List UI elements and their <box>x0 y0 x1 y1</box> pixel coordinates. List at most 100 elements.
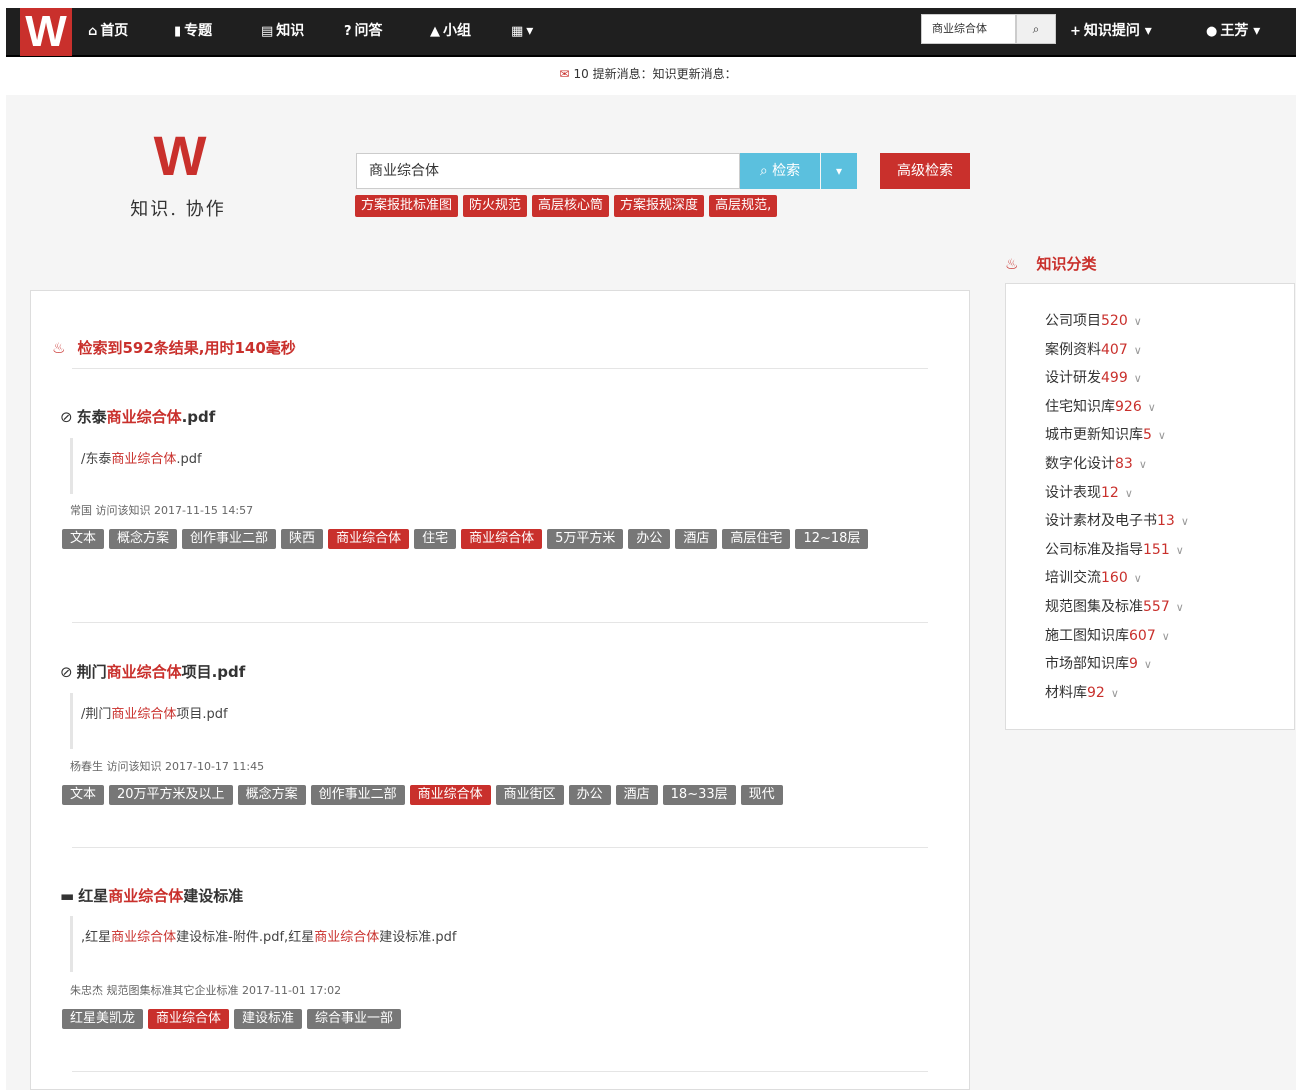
chevron-down-icon[interactable]: ∨ <box>1158 429 1166 442</box>
tag[interactable]: 商业街区 <box>495 785 564 805</box>
category-item[interactable]: 施工图知识库607 ∨ <box>1045 624 1189 653</box>
hot-tag[interactable]: 方案报规深度 <box>614 195 705 217</box>
category-count: 557 <box>1143 598 1170 615</box>
result-path[interactable]: /东泰商业综合体.pdf <box>70 438 202 494</box>
tag[interactable]: 商业综合体 <box>409 785 491 805</box>
chevron-down-icon[interactable]: ∨ <box>1144 658 1152 671</box>
category-item[interactable]: 案例资料407 ∨ <box>1045 338 1189 367</box>
category-item[interactable]: 城市更新知识库5 ∨ <box>1045 423 1189 452</box>
tag[interactable]: 文本 <box>62 529 105 549</box>
chevron-down-icon[interactable]: ∨ <box>1134 315 1142 328</box>
tag[interactable]: 办公 <box>568 785 611 805</box>
category-count: 407 <box>1101 341 1128 358</box>
notification-bar[interactable]: ✉ 10 提新消息：知识更新消息： <box>0 60 1296 90</box>
category-item[interactable]: 设计素材及电子书13 ∨ <box>1045 509 1189 538</box>
category-count: 499 <box>1101 370 1128 387</box>
nav-groups[interactable]: ▲ 小组 <box>430 8 471 55</box>
category-item[interactable]: 住宅知识库926 ∨ <box>1045 395 1189 424</box>
category-count: 9 <box>1129 656 1138 673</box>
category-count: 520 <box>1101 313 1128 329</box>
nav-topics[interactable]: ▮ 专题 <box>174 8 212 55</box>
tag[interactable]: 建设标准 <box>234 1009 303 1029</box>
tag[interactable]: 住宅 <box>414 529 457 549</box>
notification-text[interactable]: 10 提新消息：知识更新消息： <box>573 67 736 81</box>
category-item[interactable]: 数字化设计83 ∨ <box>1045 452 1189 481</box>
chevron-down-icon[interactable]: ∨ <box>1111 687 1119 700</box>
book-icon: ▤ <box>261 24 274 39</box>
chevron-down-icon[interactable]: ∨ <box>1134 344 1142 357</box>
chevron-down-icon[interactable]: ∨ <box>1134 572 1142 585</box>
category-count: 92 <box>1087 684 1105 701</box>
nav-knowledge[interactable]: ▤ 知识 <box>261 8 304 55</box>
result-tags: 红星美凯龙 商业综合体 建设标准 综合事业一部 <box>62 1009 942 1037</box>
top-search-button[interactable]: ⌕ <box>1016 14 1056 44</box>
tag[interactable]: 红星美凯龙 <box>62 1009 144 1029</box>
tag[interactable]: 酒店 <box>615 785 658 805</box>
category-item[interactable]: 规范图集及标准557 ∨ <box>1045 595 1189 624</box>
tag[interactable]: 概念方案 <box>237 785 306 805</box>
nav-qa[interactable]: ? 问答 <box>344 8 383 55</box>
chevron-down-icon[interactable]: ∨ <box>1181 515 1189 528</box>
tag[interactable]: 高层住宅 <box>722 529 791 549</box>
category-item[interactable]: 设计研发499 ∨ <box>1045 366 1189 395</box>
category-header: ♨ 知识分类 <box>1005 252 1096 276</box>
tag[interactable]: 综合事业一部 <box>307 1009 402 1029</box>
hot-tag[interactable]: 方案报批标准图 <box>355 195 459 217</box>
tag[interactable]: 概念方案 <box>109 529 178 549</box>
result-title-link[interactable]: ▬ 红星商业综合体建设标准 <box>60 884 243 908</box>
paperclip-icon: ⊘ <box>60 663 73 681</box>
ask-question-menu[interactable]: + 知识提问 ▾ <box>1070 8 1152 55</box>
category-name: 规范图集及标准 <box>1045 598 1143 615</box>
tag[interactable]: 5万平方米 <box>547 529 624 549</box>
hot-tag[interactable]: 防火规范 <box>463 195 528 217</box>
main-search-input[interactable]: 商业综合体 <box>356 153 740 189</box>
category-item[interactable]: 培训交流160 ∨ <box>1045 566 1189 595</box>
tag[interactable]: 商业综合体 <box>328 529 410 549</box>
tag[interactable]: 办公 <box>628 529 671 549</box>
advanced-search-button[interactable]: 高级检索 <box>880 153 970 189</box>
tag[interactable]: 陕西 <box>281 529 324 549</box>
result-title-link[interactable]: ⊘ 荆门商业综合体项目.pdf <box>60 660 245 684</box>
chevron-down-icon[interactable]: ∨ <box>1176 601 1184 614</box>
user-menu[interactable]: ● 王芳 ▾ <box>1206 8 1260 55</box>
category-item[interactable]: 公司标准及指导151 ∨ <box>1045 538 1189 567</box>
search-options-dropdown[interactable]: ▾ <box>821 153 857 189</box>
grid-icon: ▦ <box>511 24 524 39</box>
tag[interactable]: 20万平方米及以上 <box>109 785 233 805</box>
hot-tag[interactable]: 高层核心筒 <box>532 195 610 217</box>
search-button[interactable]: ⌕ 检索 <box>740 153 820 189</box>
tag[interactable]: 创作事业二部 <box>182 529 277 549</box>
tag[interactable]: 商业综合体 <box>461 529 543 549</box>
result-path[interactable]: ,红星商业综合体建设标准-附件.pdf,红星商业综合体建设标准.pdf <box>70 916 456 972</box>
top-search-input[interactable]: 商业综合体 <box>921 14 1016 44</box>
tag[interactable]: 酒店 <box>675 529 718 549</box>
nav-apps-dropdown[interactable]: ▦ ▾ <box>511 8 533 55</box>
result-title-link[interactable]: ⊘ 东泰商业综合体.pdf <box>60 405 215 429</box>
chevron-down-icon[interactable]: ∨ <box>1134 372 1142 385</box>
chevron-down-icon[interactable]: ∨ <box>1162 630 1170 643</box>
chevron-down-icon[interactable]: ∨ <box>1176 544 1184 557</box>
divider <box>72 368 928 369</box>
user-icon: ● <box>1206 24 1218 39</box>
path-highlight: 商业综合体 <box>111 707 177 722</box>
top-navbar: W ⌂ 首页 ▮ 专题 ▤ 知识 ? 问答 ▲ 小组 ▦ ▾ 商业综合体 ⌕ + 知识提问 ▾… <box>6 8 1296 57</box>
category-count: 607 <box>1129 627 1156 644</box>
hot-tag[interactable]: 高层规范, <box>709 195 778 217</box>
chevron-down-icon[interactable]: ∨ <box>1139 458 1147 471</box>
category-item[interactable]: 材料库92 ∨ <box>1045 681 1189 710</box>
chevron-down-icon[interactable]: ∨ <box>1125 487 1133 500</box>
tag[interactable]: 12~18层 <box>795 529 869 549</box>
app-logo[interactable]: W <box>20 8 72 56</box>
tag[interactable]: 现代 <box>740 785 783 805</box>
tag[interactable]: 18~33层 <box>662 785 736 805</box>
path-text: .pdf <box>176 452 202 467</box>
category-item[interactable]: 公司项目520 ∨ <box>1045 309 1189 338</box>
category-item[interactable]: 市场部知识库9 ∨ <box>1045 652 1189 681</box>
chevron-down-icon[interactable]: ∨ <box>1148 401 1156 414</box>
result-path[interactable]: /荆门商业综合体项目.pdf <box>70 693 228 749</box>
tag[interactable]: 创作事业二部 <box>310 785 405 805</box>
category-item[interactable]: 设计表现12 ∨ <box>1045 481 1189 510</box>
nav-home[interactable]: ⌂ 首页 <box>88 8 128 55</box>
tag[interactable]: 商业综合体 <box>148 1009 230 1029</box>
tag[interactable]: 文本 <box>62 785 105 805</box>
